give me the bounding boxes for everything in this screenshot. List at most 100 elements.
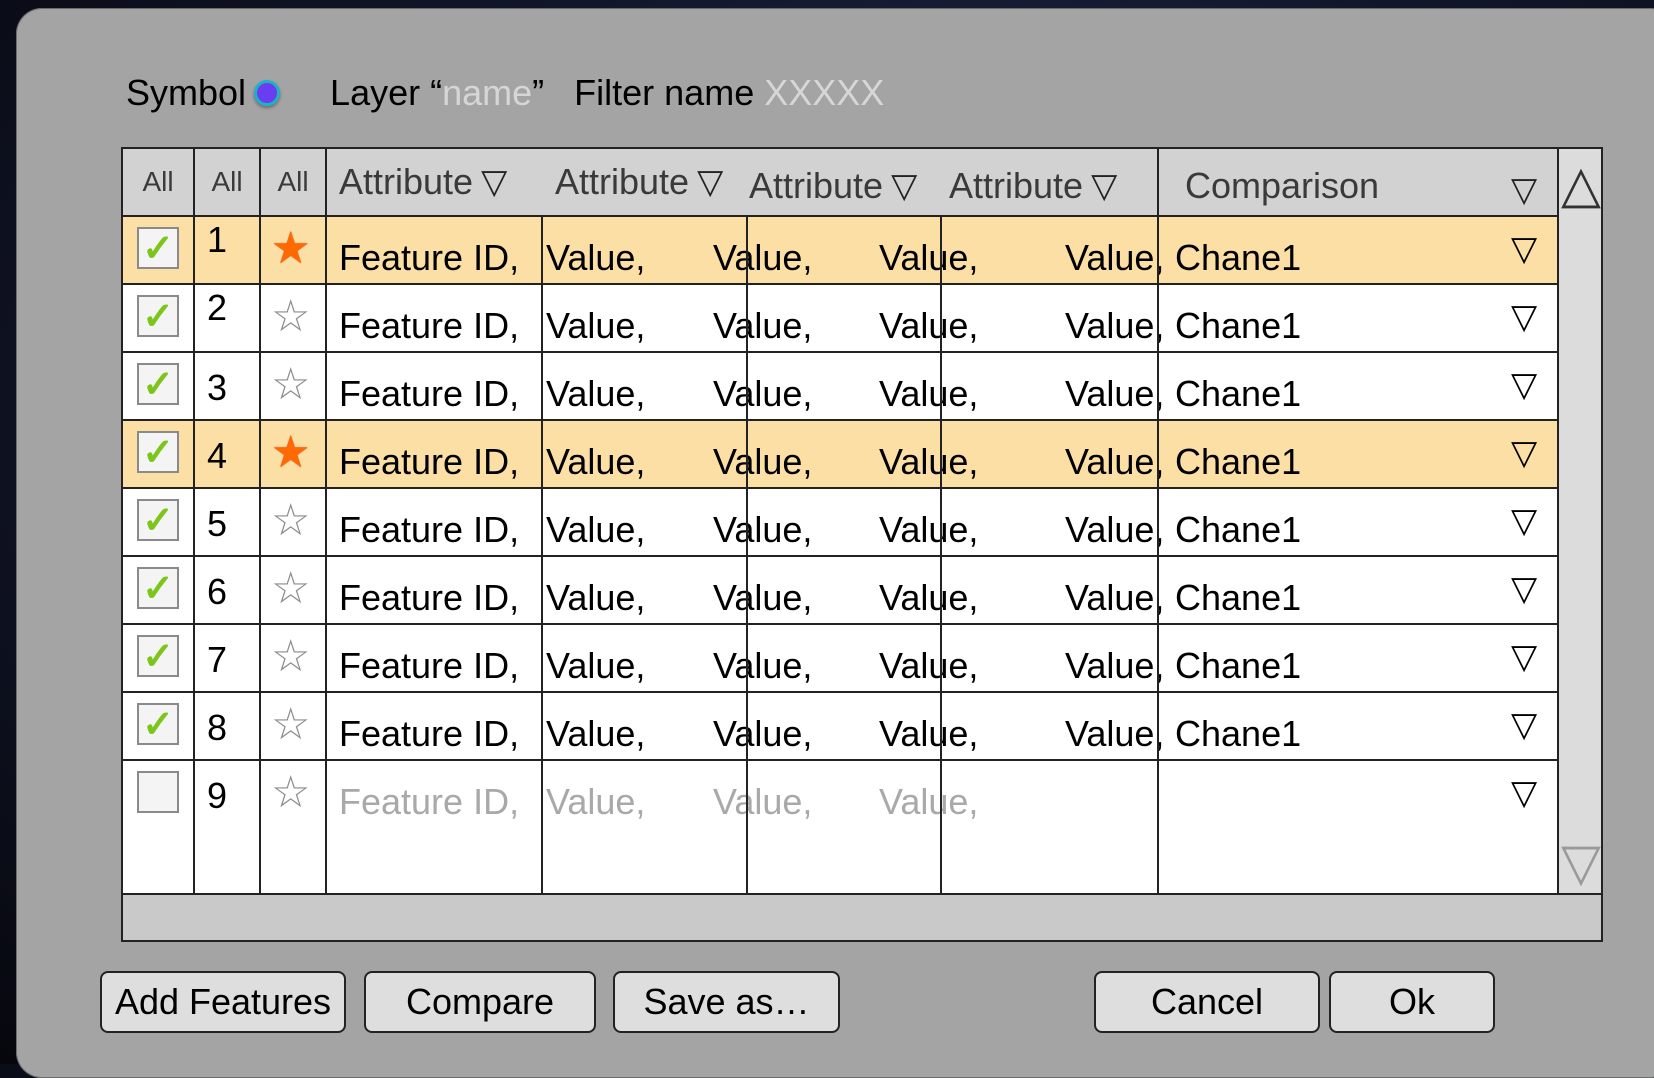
row-number: 3 — [207, 367, 228, 408]
star-icon[interactable]: ★ — [271, 427, 310, 478]
table-row[interactable]: ✓ 4 ★ Feature ID, Value, Value, Value, Value, Ch… — [123, 421, 1557, 489]
check-icon: ✓ — [142, 363, 174, 406]
down-arrow-icon[interactable]: ▽ — [1559, 833, 1603, 893]
down-triangle-icon[interactable]: ▽ — [481, 162, 507, 202]
row-checkbox[interactable]: ✓ — [137, 567, 179, 610]
check-icon: ✓ — [142, 227, 174, 270]
ok-button[interactable]: Ok — [1329, 971, 1495, 1033]
down-triangle-icon[interactable]: ▽ — [1511, 773, 1537, 813]
symbol-dot-icon[interactable] — [254, 80, 281, 106]
value-cell: Value, — [1065, 237, 1165, 278]
column-divider — [541, 217, 543, 893]
table-row[interactable]: ✓ 3 ☆ Feature ID, Value, Value, Value, Value, Ch… — [123, 353, 1557, 421]
row-checkbox[interactable]: ✓ — [137, 703, 179, 746]
row-number: 7 — [207, 639, 228, 680]
header-attribute-4[interactable]: Attribute ▽ — [949, 153, 1117, 219]
value-cell: Value, — [713, 577, 813, 618]
row-checkbox[interactable]: ✓ — [137, 363, 179, 406]
down-triangle-icon[interactable]: ▽ — [697, 162, 723, 202]
row-number: 2 — [207, 287, 228, 328]
down-triangle-icon[interactable]: ▽ — [1511, 229, 1537, 269]
star-icon[interactable]: ☆ — [271, 563, 310, 614]
header-all-check[interactable]: All — [123, 149, 193, 215]
header-attribute-2[interactable]: Attribute ▽ — [555, 149, 723, 215]
down-triangle-icon[interactable]: ▽ — [891, 166, 917, 206]
cancel-button[interactable]: Cancel — [1094, 971, 1320, 1033]
value-cell: Value, — [713, 237, 813, 278]
row-checkbox[interactable]: ✓ — [137, 635, 179, 678]
compare-button[interactable]: Compare — [364, 971, 596, 1033]
down-triangle-icon[interactable]: ▽ — [1511, 297, 1537, 337]
value-cell: Value, — [879, 373, 979, 414]
star-icon[interactable]: ☆ — [271, 699, 310, 750]
row-checkbox[interactable] — [137, 771, 179, 813]
header-all-number[interactable]: All — [195, 149, 259, 215]
table-row[interactable]: ✓ 2 ☆ Feature ID, Value, Value, Value, Value, Ch… — [123, 285, 1557, 353]
header-attribute-4-label: Attribute — [949, 165, 1084, 206]
down-triangle-icon[interactable]: ▽ — [1511, 365, 1537, 405]
add-features-button[interactable]: Add Features — [100, 971, 346, 1033]
comparison-cell: Chane1 — [1175, 305, 1302, 346]
column-divider — [259, 149, 261, 893]
feature-id-cell: Feature ID, — [339, 441, 520, 482]
vertical-scrollbar[interactable]: △ ▽ — [1557, 149, 1601, 893]
table-header: All All All Attribute ▽ Attribute ▽ Attrib… — [123, 149, 1601, 217]
star-icon[interactable]: ☆ — [271, 767, 310, 818]
filter-name-label: Filter name — [574, 72, 755, 113]
row-number: 8 — [207, 707, 228, 748]
horizontal-scrollbar[interactable] — [123, 893, 1601, 940]
symbol-label: Symbol — [126, 72, 247, 113]
table-row[interactable]: ✓ 5 ☆ Feature ID, Value, Value, Value, Value, Ch… — [123, 489, 1557, 557]
value-cell: Value, — [879, 237, 979, 278]
feature-id-cell: Feature ID, — [339, 577, 520, 618]
table-row[interactable]: ✓ 6 ☆ Feature ID, Value, Value, Value, Value, Ch… — [123, 557, 1557, 625]
header-attribute-1[interactable]: Attribute ▽ — [339, 149, 507, 215]
down-triangle-icon[interactable]: ▽ — [1511, 433, 1537, 473]
row-checkbox[interactable]: ✓ — [137, 295, 179, 338]
comparison-cell: Chane1 — [1175, 577, 1302, 618]
table-row[interactable]: ✓ 7 ☆ Feature ID, Value, Value, Value, Value, Ch… — [123, 625, 1557, 693]
down-triangle-icon[interactable]: ▽ — [1511, 569, 1537, 609]
header-attribute-3[interactable]: Attribute ▽ — [749, 153, 917, 219]
down-triangle-icon[interactable]: ▽ — [1511, 637, 1537, 677]
star-icon[interactable]: ☆ — [271, 291, 310, 342]
header-comparison[interactable]: Comparison — [1185, 153, 1379, 219]
feature-id-cell: Feature ID, — [339, 509, 520, 550]
value-cell: Value, — [1065, 373, 1165, 414]
header-all-star[interactable]: All — [261, 149, 325, 215]
value-cell: Value, — [879, 577, 979, 618]
up-arrow-icon[interactable]: △ — [1559, 155, 1603, 215]
down-triangle-icon[interactable]: ▽ — [1511, 705, 1537, 745]
value-cell: Value, — [713, 645, 813, 686]
value-cell: Value, — [879, 781, 979, 822]
table-row[interactable]: 9 ☆ Feature ID, Value, Value, Value, ▽ — [123, 761, 1557, 829]
down-triangle-icon[interactable]: ▽ — [1511, 501, 1537, 541]
star-icon[interactable]: ☆ — [271, 631, 310, 682]
value-cell: Value, — [546, 713, 646, 754]
column-divider — [325, 149, 327, 893]
feature-id-cell: Feature ID, — [339, 713, 520, 754]
table-row[interactable]: ✓ 8 ☆ Feature ID, Value, Value, Value, Value, Ch… — [123, 693, 1557, 761]
header-attribute-3-label: Attribute — [749, 165, 884, 206]
feature-id-cell: Feature ID, — [339, 781, 520, 822]
value-cell: Value, — [713, 781, 813, 822]
row-checkbox[interactable]: ✓ — [137, 227, 179, 270]
comparison-cell: Chane1 — [1175, 509, 1302, 550]
row-checkbox[interactable]: ✓ — [137, 431, 179, 474]
table-row[interactable]: ✓ 1 ★ Feature ID, Value, Value, Value, Value, Ch… — [123, 217, 1557, 285]
star-icon[interactable]: ★ — [271, 223, 310, 274]
value-cell: Value, — [1065, 713, 1165, 754]
comparison-cell: Chane1 — [1175, 237, 1302, 278]
comparison-cell: Chane1 — [1175, 441, 1302, 482]
layer-name-value[interactable]: name — [442, 72, 532, 114]
filter-name-value[interactable]: XXXXX — [764, 72, 884, 114]
star-icon[interactable]: ☆ — [271, 359, 310, 410]
row-checkbox[interactable]: ✓ — [137, 499, 179, 542]
comparison-cell: Chane1 — [1175, 645, 1302, 686]
down-triangle-icon[interactable]: ▽ — [1511, 157, 1537, 223]
check-icon: ✓ — [142, 431, 174, 474]
save-as-button[interactable]: Save as… — [613, 971, 840, 1033]
star-icon[interactable]: ☆ — [271, 495, 310, 546]
down-triangle-icon[interactable]: ▽ — [1091, 166, 1117, 206]
value-cell: Value, — [713, 373, 813, 414]
